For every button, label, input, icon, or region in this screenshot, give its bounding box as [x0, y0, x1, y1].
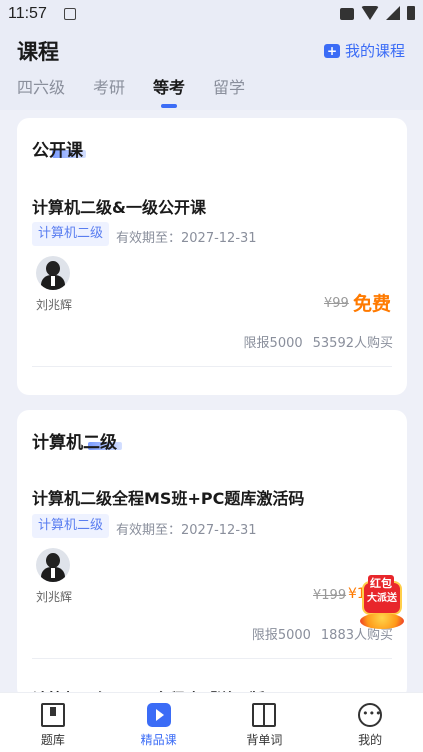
tab-cet[interactable]: 四六级 — [17, 74, 65, 98]
tab-dengkao-label: 等考 — [153, 78, 186, 97]
teacher-name: 刘兆辉 — [36, 590, 73, 604]
divider — [32, 366, 392, 367]
nav-label: 精品课 — [140, 733, 177, 747]
tab-kaoyan[interactable]: 考研 — [93, 74, 125, 98]
status-time: 11:57 — [8, 5, 47, 22]
divider — [32, 658, 392, 659]
course-name: 计算机二级全程MS班+PC题库激活码 — [32, 489, 305, 508]
teacher-avatar — [36, 256, 70, 290]
course-validity: 有效期至：2027-12-31 — [116, 523, 257, 538]
quota-text: 限报5000 — [243, 336, 303, 351]
teacher-name: 刘兆辉 — [36, 298, 73, 312]
question-bank-icon — [40, 703, 65, 727]
promo-line2: 大派送 — [367, 593, 397, 604]
nav-label: 我的 — [358, 733, 383, 747]
my-course-label: 我的课程 — [344, 42, 405, 60]
page-header: 课程 + 我的课程 四六级 考研 等考 留学 — [0, 30, 423, 110]
course-name: 计算机二级&一级公开课 — [32, 198, 206, 217]
notification-icon — [64, 8, 76, 20]
original-price: ¥99 — [324, 296, 349, 311]
status-icons — [340, 6, 415, 20]
chat-icon — [358, 703, 383, 727]
bottom-nav: 题库 精品课 背单词 我的 — [0, 692, 423, 752]
nav-item-profile[interactable]: 我的 — [317, 693, 423, 752]
buyers-count: 53592人购买 — [312, 336, 393, 351]
section-card-computer-level-2: 计算机二级 计算机二级全程MS班+PC题库激活码 计算机二级 有效期至：2027… — [17, 410, 407, 709]
course-stats: 限报5000 53592人购买 — [244, 332, 393, 351]
red-packet-promo[interactable]: 红包 大派送 — [358, 575, 406, 633]
course-price: 免费 — [353, 293, 392, 315]
wifi-icon — [361, 6, 379, 20]
signal-icon — [386, 6, 400, 20]
battery-icon — [407, 6, 415, 20]
tab-study-abroad[interactable]: 留学 — [213, 74, 245, 98]
teacher-avatar — [36, 548, 70, 582]
nav-label: 背单词 — [246, 733, 283, 747]
quota-text: 限报5000 — [251, 628, 311, 643]
play-icon — [146, 703, 171, 727]
exam-tabs: 四六级 考研 等考 留学 — [17, 74, 245, 108]
my-course-button[interactable]: + 我的课程 — [323, 40, 405, 61]
open-book-icon — [252, 703, 277, 727]
nav-item-vocabulary[interactable]: 背单词 — [212, 693, 318, 752]
active-tab-indicator — [161, 104, 178, 108]
plus-icon: + — [323, 43, 340, 58]
tab-dengkao[interactable]: 等考 — [153, 74, 186, 108]
original-price: ¥199 — [313, 588, 347, 603]
section-title: 公开课 — [32, 141, 83, 161]
nav-item-question-bank[interactable]: 题库 — [0, 693, 106, 752]
course-tag: 计算机二级 — [32, 222, 110, 246]
page-title: 课程 — [17, 40, 59, 64]
work-profile-icon — [340, 8, 354, 20]
coins-icon — [360, 613, 404, 629]
nav-item-premium-courses[interactable]: 精品课 — [106, 693, 212, 752]
course-tag: 计算机二级 — [32, 514, 110, 538]
status-bar: 11:57 — [0, 0, 423, 30]
section-card-open-course: 公开课 计算机二级&一级公开课 计算机二级 有效期至：2027-12-31 刘兆… — [17, 118, 407, 395]
course-validity: 有效期至：2027-12-31 — [116, 231, 257, 246]
section-title: 计算机二级 — [32, 433, 117, 453]
nav-label: 题库 — [40, 733, 65, 747]
